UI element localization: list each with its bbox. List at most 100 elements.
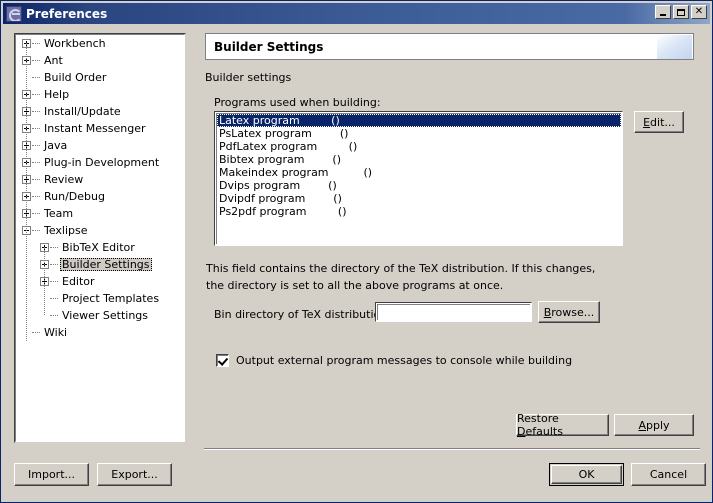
browse-button-label: Browse... [543,305,595,319]
apply-button[interactable]: Apply [614,414,694,436]
tree-connector [32,229,40,232]
tree-item-label: Workbench [44,37,106,50]
tree-item-texlipse[interactable]: Texlipse [16,222,184,239]
preference-tree[interactable]: Workbench Ant Build Order Help Install/Updat… [15,34,185,442]
tree-connector [32,93,40,96]
tree-item-bibtex-editor[interactable]: BibTeX Editor [16,239,184,256]
tree-connector [50,263,58,266]
tree-connector [32,59,40,62]
tree-item-editor[interactable]: Editor [16,273,184,290]
tree-item-help[interactable]: Help [16,86,184,103]
ok-button-label: OK [578,468,595,481]
tree-connector [50,246,58,249]
close-button[interactable]: ✕ [691,5,707,19]
browse-button[interactable]: Browse... [538,301,600,323]
tree-item-workbench[interactable]: Workbench [16,35,184,52]
tree-item-label: Texlipse [44,224,88,237]
description-line-2: the directory is set to all the above pr… [206,279,504,292]
tree-connector [50,297,58,300]
tree-item-build-order[interactable]: Build Order [16,69,184,86]
bindir-input-wrapper [375,302,532,322]
tree-item-run-debug[interactable]: Run/Debug [16,188,184,205]
description-line-1: This field contains the directory of the… [206,262,596,275]
tree-connector [32,212,40,215]
tree-item-project-templates[interactable]: Project Templates [16,290,184,307]
tree-item-label: Help [44,88,70,101]
tree-item-label: Project Templates [62,292,160,305]
program-list-item[interactable]: Dvips program () [217,179,621,192]
cancel-button-label: Cancel [649,468,688,481]
bindir-label: Bin directory of TeX distribution: [214,308,391,321]
tree-connector [32,127,40,130]
restore-defaults-label: Restore Defaults [517,412,563,438]
tree-item-label: Viewer Settings [62,309,149,322]
ok-button[interactable]: OK [549,463,624,486]
checkbox-icon[interactable] [216,354,229,367]
page-subtitle: Builder settings [205,71,292,84]
tree-connector [50,314,58,317]
program-list-item[interactable]: Ps2pdf program () [217,205,621,218]
tree-connector [32,331,40,334]
tree-item-label: BibTeX Editor [62,241,135,254]
tree-item-ant[interactable]: Ant [16,52,184,69]
tree-item-viewer-settings[interactable]: Viewer Settings [16,307,184,324]
program-list-item[interactable]: PdfLatex program () [217,140,621,153]
tree-connector [32,144,40,147]
console-output-checkbox-label: Output external program messages to cons… [236,354,573,367]
restore-defaults-button[interactable]: Restore Defaults [516,412,609,438]
tree-item-label: Review [44,173,84,186]
console-output-checkbox-row[interactable]: Output external program messages to cons… [216,354,572,367]
tree-item-team[interactable]: Team [16,205,184,222]
title-bar[interactable]: Preferences ✕ [3,3,710,24]
tree-connector [50,280,58,283]
maximize-icon [674,6,688,18]
tree-item-label: Ant [44,54,63,67]
programs-list-border: Latex program () PsLatex program () PdfLat… [214,111,623,246]
tree-connector [32,110,40,113]
tree-item-builder-settings[interactable]: Builder Settings [16,256,184,273]
tree-item-label: Java [44,139,68,152]
import-button-label: Import... [28,468,75,481]
minimize-icon [656,6,670,18]
tree-item-java[interactable]: Java [16,137,184,154]
tree-item-label: Plug-in Development [44,156,160,169]
tree-connector [32,42,40,45]
tree-connector [32,195,40,198]
bindir-input[interactable] [377,304,530,320]
apply-button-label: Apply [638,418,670,432]
tree-item-label: Instant Messenger [44,122,146,135]
program-list-item[interactable]: PsLatex program () [217,127,621,140]
tree-guide-line-child [44,247,46,315]
tree-item-plug-in-development[interactable]: Plug-in Development [16,154,184,171]
program-list-item[interactable]: Dvipdf program () [217,192,621,205]
page-header-decoration [657,35,692,59]
ok-button-inner: OK [551,465,622,484]
tree-item-label: Team [44,207,74,220]
close-icon: ✕ [694,5,704,17]
minimize-button[interactable] [655,5,671,19]
maximize-button[interactable] [673,5,689,19]
tree-item-label: Builder Settings [60,258,152,271]
tree-item-label: Editor [62,275,95,288]
tree-connector [32,76,40,79]
eclipse-icon [6,5,22,22]
page-title: Builder Settings [214,39,324,54]
tree-item-review[interactable]: Review [16,171,184,188]
window-title: Preferences [26,6,108,21]
export-button[interactable]: Export... [97,463,172,486]
tree-guide-line-root [26,43,28,341]
program-list-item[interactable]: Latex program () [217,114,621,127]
tree-item-install-update[interactable]: Install/Update [16,103,184,120]
programs-label: Programs used when building: [214,96,381,109]
tree-item-instant-messenger[interactable]: Instant Messenger [16,120,184,137]
program-list-item[interactable]: Bibtex program () [217,153,621,166]
edit-button[interactable]: Edit... [634,111,684,133]
program-list-item[interactable]: Makeindex program () [217,166,621,179]
programs-list[interactable]: Latex program () PsLatex program () PdfLat… [216,113,621,244]
browse-button-rest: rowse... [551,305,595,319]
tree-item-wiki[interactable]: Wiki [16,324,184,341]
import-button[interactable]: Import... [14,463,89,486]
cancel-button[interactable]: Cancel [631,463,706,486]
tree-connector [32,178,40,181]
page-panel: Builder Settings Builder settings Progra… [200,31,700,443]
